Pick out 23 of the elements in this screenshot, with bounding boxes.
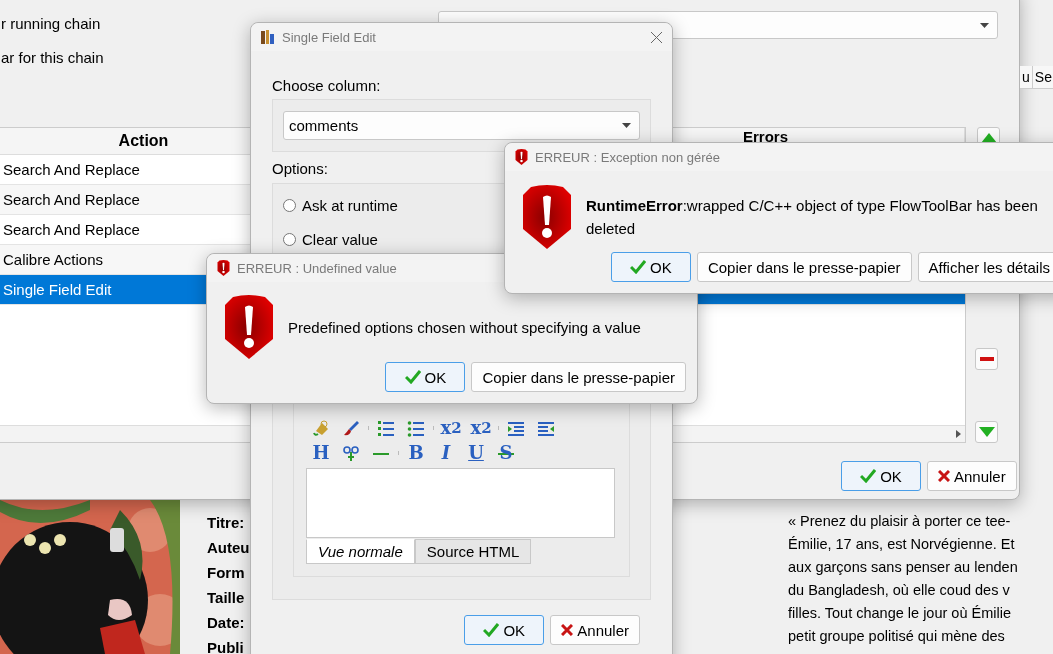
- description-line: petit groupe politisé qui mène des: [788, 627, 1006, 646]
- description-line: Émilie, 17 ans, est Norvégienne. Et: [788, 535, 1016, 554]
- metadata-label: Auteu: [207, 538, 250, 558]
- error-message: RuntimeError:wrapped C/C++ object of type FlowToolBar has been deleted: [586, 196, 1039, 239]
- metadata-label: Titre:: [207, 513, 245, 533]
- metadata-label: Publi: [207, 638, 244, 654]
- field-label: Choose column:: [272, 77, 382, 94]
- field-label: Options:: [272, 160, 329, 177]
- option-label: ar for this chain: [1, 49, 104, 66]
- description-line: du Bangladesh, où elle coud des v: [788, 581, 1011, 600]
- metadata-label: Date:: [207, 613, 245, 633]
- description-line: aux garçons sans penser au lenden: [788, 558, 1018, 577]
- metadata-label: Taille: [207, 588, 245, 608]
- error-message: Predefined options chosen without specifying a value: [288, 317, 641, 338]
- option-label: Ask at runtime: [302, 196, 398, 214]
- description-line: filles. Tout change le jour où Émilie: [788, 604, 1012, 623]
- window-title: Single Field Edit: [282, 29, 376, 45]
- metadata-label: Form: [207, 563, 245, 583]
- option-label: r running chain: [1, 15, 101, 32]
- description-line: « Prenez du plaisir à porter ce tee-: [788, 512, 1012, 531]
- option-label: Clear value: [302, 230, 378, 248]
- window-title: ERREUR : Exception non gérée: [535, 149, 720, 165]
- window-title: ERREUR : Undefined value: [237, 260, 397, 276]
